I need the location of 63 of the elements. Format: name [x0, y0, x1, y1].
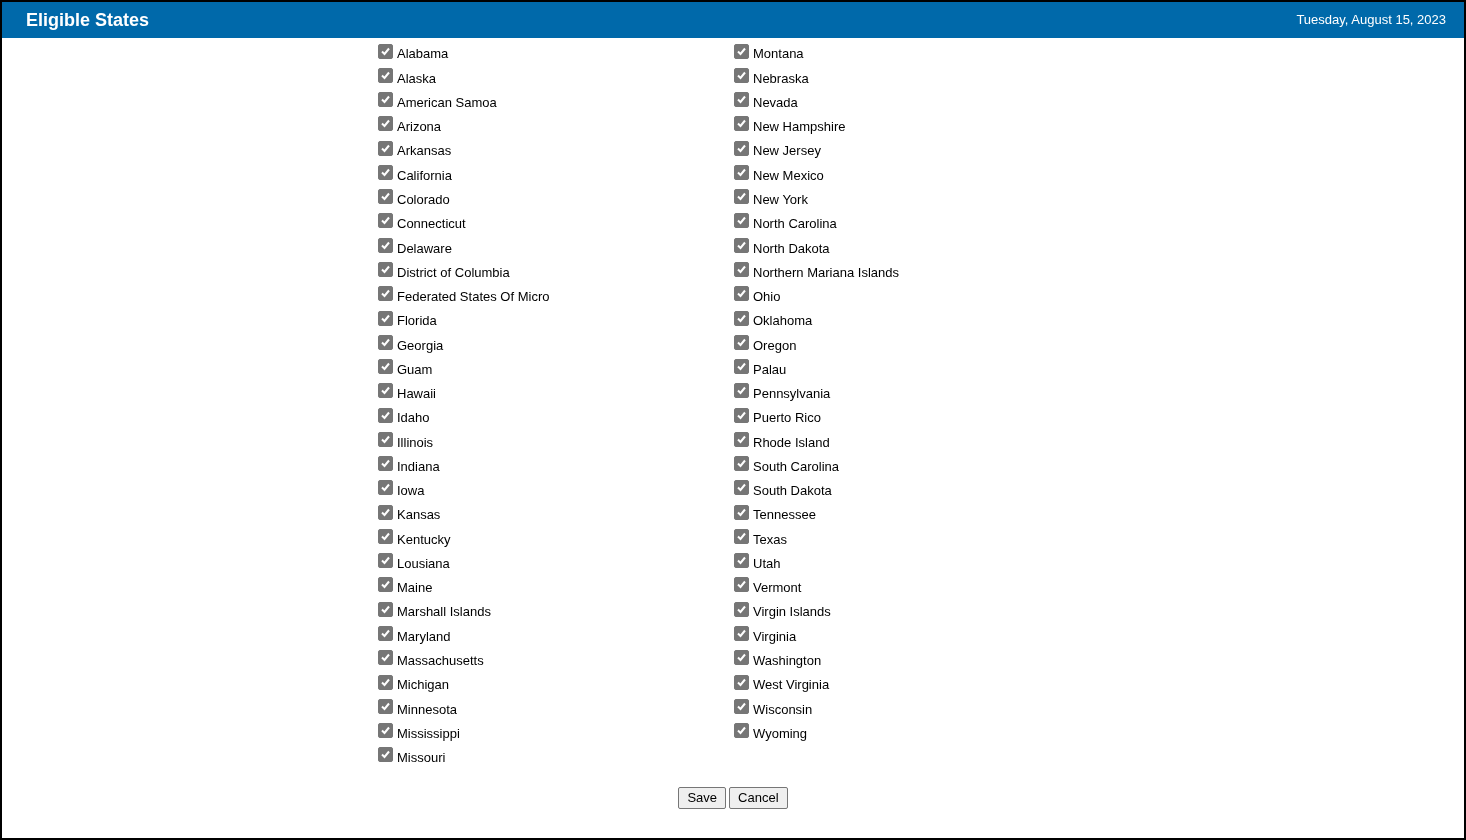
state-label: Illinois: [397, 433, 434, 452]
state-label: Michigan: [397, 676, 450, 695]
state-label: Alaska: [397, 69, 437, 88]
state-label: Maryland: [397, 627, 451, 646]
state-label: Marshall Islands: [397, 603, 491, 622]
state-label: South Dakota: [753, 482, 832, 501]
state-label: California: [397, 166, 452, 185]
state-label: North Carolina: [753, 215, 837, 234]
state-label: Texas: [753, 530, 787, 549]
state-label: West Virginia: [753, 676, 830, 695]
state-label: Iowa: [397, 482, 425, 501]
state-label: Guam: [397, 360, 433, 379]
state-label: Hawaii: [397, 385, 436, 404]
state-label: Georgia: [397, 336, 444, 355]
state-label: Connecticut: [397, 215, 466, 234]
state-label: Maine: [397, 579, 433, 598]
state-label: Montana: [753, 45, 804, 64]
state-label: South Carolina: [753, 457, 839, 476]
state-label: Lousiana: [397, 554, 450, 573]
state-label: Indiana: [397, 457, 440, 476]
state-label: Massachusetts: [397, 652, 484, 670]
state-label: Palau: [753, 360, 787, 379]
state-label: American Samoa: [397, 93, 497, 112]
state-label: Delaware: [397, 239, 452, 258]
state-label: Kansas: [397, 506, 441, 525]
state-label: Tennessee: [753, 506, 816, 525]
state-label: Oregon: [753, 336, 797, 355]
state-label: Nevada: [753, 93, 798, 112]
state-label: New Mexico: [753, 166, 824, 185]
state-label: Northern Mariana Islands: [753, 263, 899, 282]
state-label: Virgin Islands: [753, 603, 831, 622]
state-label: Minnesota: [397, 700, 457, 719]
state-label: Alabama: [397, 45, 449, 64]
state-label: Puerto Rico: [753, 409, 821, 428]
state-label: Federated States Of Micro: [397, 288, 550, 307]
state-label: District of Columbia: [397, 263, 510, 282]
state-label: New Jersey: [753, 142, 821, 161]
state-label: Wisconsin: [753, 700, 813, 719]
state-label: Nebraska: [753, 69, 809, 88]
save-button[interactable]: Save: [678, 786, 727, 809]
state-label: Florida: [397, 312, 437, 331]
state-label: Utah: [753, 554, 781, 573]
page-title: Eligible States: [26, 8, 150, 32]
state-label: Vermont: [753, 579, 802, 598]
state-label: Rhode Island: [753, 433, 830, 452]
state-label: New York: [753, 190, 808, 209]
state-label: Idaho: [397, 409, 430, 428]
state-label: New Hampshire: [753, 118, 846, 137]
state-label: Missouri: [397, 749, 446, 768]
date-text: Tuesday, August 15, 2023: [1296, 11, 1446, 30]
state-label: North Dakota: [753, 239, 830, 258]
state-label: Arkansas: [397, 142, 452, 161]
state-label: Washington: [753, 652, 822, 670]
state-label: Arizona: [397, 118, 442, 137]
state-label: Colorado: [397, 190, 450, 209]
state-label: Wyoming: [753, 724, 808, 743]
state-label: Pennsylvania: [753, 385, 831, 404]
state-label: Virginia: [753, 627, 797, 646]
state-label: Ohio: [753, 288, 781, 307]
state-label: Kentucky: [397, 530, 451, 549]
cancel-button[interactable]: Cancel: [729, 786, 788, 809]
state-label: Oklahoma: [753, 312, 813, 331]
state-label: Mississippi: [397, 724, 460, 743]
